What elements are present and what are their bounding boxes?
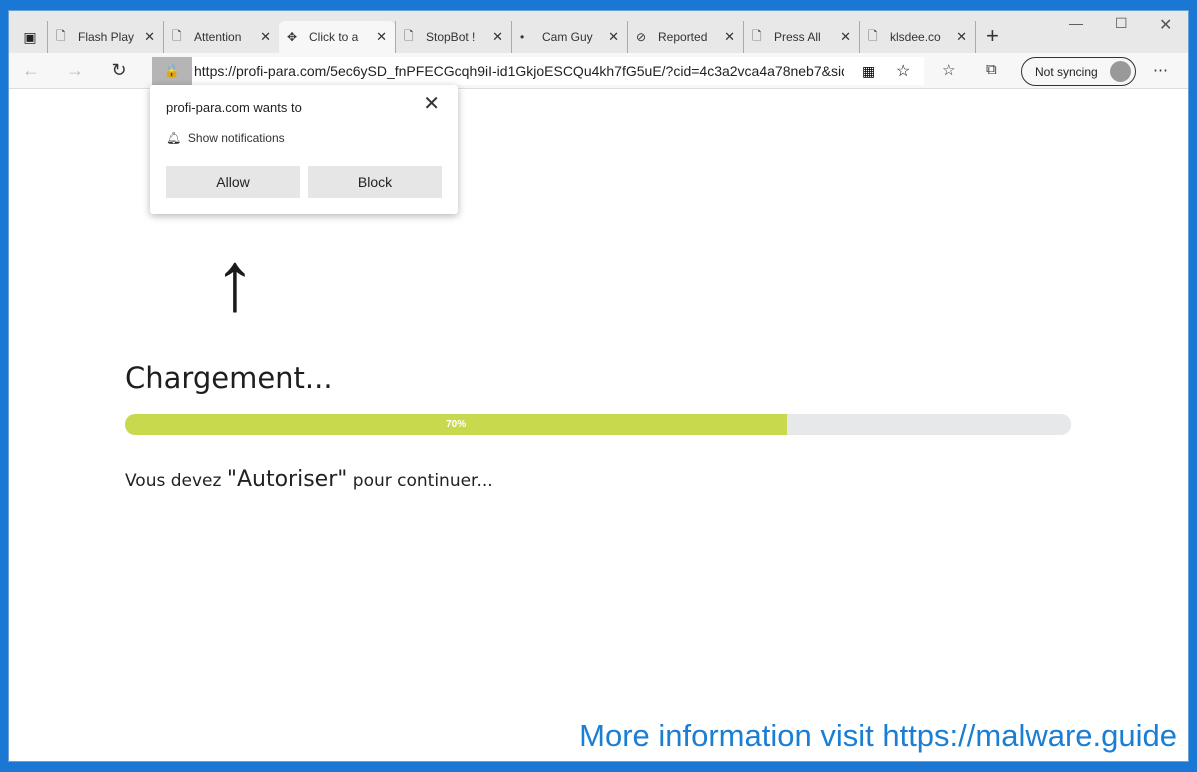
tab-label: Cam Guy (542, 30, 593, 44)
page-icon: 🗋 (56, 28, 66, 43)
blocked-page-icon: ⊘ (636, 30, 647, 44)
page-icon: 🗋 (752, 28, 762, 43)
permission-row: 🔔︎ Show notifications (166, 131, 285, 145)
close-tab-icon[interactable]: ✕ (492, 29, 503, 45)
tab-4[interactable]: • Cam Guy ✕ (511, 21, 627, 53)
tab-label: klsdee.co (890, 30, 941, 44)
tab-5[interactable]: ⊘ Reported ✕ (627, 21, 743, 53)
tab-0[interactable]: 🗋 Flash Play ✕ (47, 21, 163, 53)
tab-6[interactable]: 🗋 Press All ✕ (743, 21, 859, 53)
app-grid-icon[interactable]: ▦ (862, 63, 875, 80)
forward-button[interactable]: → (53, 60, 97, 81)
tab-actions-icon[interactable]: ▣ (13, 21, 47, 53)
close-tab-icon[interactable]: ✕ (144, 29, 155, 45)
tab-3[interactable]: 🗋 StopBot ! ✕ (395, 21, 511, 53)
permission-label: Show notifications (187, 131, 285, 145)
tab-label: Attention (194, 30, 242, 44)
avatar (1110, 61, 1131, 82)
progress-bar: 70% (125, 414, 1071, 435)
close-tab-icon[interactable]: ✕ (724, 29, 735, 45)
msg-emphasis: "Autoriser" (226, 467, 348, 492)
puzzle-icon: ✥ (287, 30, 298, 44)
bell-icon: 🔔︎ (166, 131, 182, 145)
lock-icon[interactable]: 🔒 (152, 57, 192, 85)
tab-7[interactable]: 🗋 klsdee.co ✕ (859, 21, 975, 53)
close-tab-icon[interactable]: ✕ (840, 29, 851, 45)
tab-label: Flash Play (78, 30, 135, 44)
notification-permission-popup: profi-para.com wants to ✕ 🔔︎ Show notifi… (150, 85, 458, 214)
browser-window: ▣ 🗋 Flash Play ✕ 🗋 Attention ✕ ✥ Click to a ✕ 🗋 St… (8, 10, 1189, 762)
watermark: More information visit https://malware.g… (579, 718, 1177, 753)
toolbar: ← → ↻ 🔒 https://profi-para.com/5ec6ySD_f… (9, 53, 1188, 89)
popup-title: profi-para.com wants to (166, 100, 302, 115)
close-tab-icon[interactable]: ✕ (608, 29, 619, 45)
allow-button[interactable]: Allow (166, 166, 300, 198)
tab-label: Reported (658, 30, 708, 44)
block-button[interactable]: Block (308, 166, 442, 198)
url-text[interactable]: https://profi-para.com/5ec6ySD_fnPFECGcq… (194, 63, 844, 79)
page-icon: 🗋 (172, 28, 182, 43)
tab-label: Click to a (309, 30, 359, 44)
new-tab-button[interactable]: + (975, 21, 1009, 53)
tab-1[interactable]: 🗋 Attention ✕ (163, 21, 279, 53)
progress-label: 70% (446, 419, 467, 430)
close-tab-icon[interactable]: ✕ (376, 29, 387, 45)
page-icon: 🗋 (868, 28, 878, 43)
collections-icon[interactable]: ⧉ (986, 61, 997, 78)
back-button[interactable]: ← (9, 60, 53, 81)
refresh-button[interactable]: ↻ (97, 60, 141, 81)
more-menu-icon[interactable]: ⋯ (1153, 61, 1168, 79)
close-icon[interactable]: ✕ (423, 91, 440, 116)
msg-post: pour continuer... (347, 471, 493, 491)
close-tab-icon[interactable]: ✕ (260, 29, 271, 45)
tab-label: StopBot ! (426, 30, 476, 44)
close-tab-icon[interactable]: ✕ (956, 29, 967, 45)
tab-2[interactable]: ✥ Click to a ✕ (279, 21, 395, 53)
close-window-button[interactable]: ✕ (1159, 15, 1172, 35)
add-favorite-icon[interactable]: ☆ (896, 61, 910, 81)
msg-pre: Vous devez (125, 471, 227, 491)
page-heading: Chargement... (125, 361, 333, 395)
maximize-button[interactable]: ☐ (1115, 15, 1128, 32)
dot-icon: • (520, 30, 525, 44)
progress-fill: 70% (125, 414, 788, 435)
page-icon: 🗋 (404, 28, 414, 43)
favorites-icon[interactable]: ☆ (942, 61, 955, 79)
address-bar[interactable]: 🔒 https://profi-para.com/5ec6ySD_fnPFECG… (152, 57, 924, 85)
instruction-text: Vous devez "Autoriser" pour continuer... (125, 467, 493, 492)
up-arrow-icon: ↑ (214, 234, 256, 328)
profile-sync-button[interactable]: Not syncing (1021, 57, 1136, 86)
tab-label: Press All (774, 30, 821, 44)
tab-bar: ▣ 🗋 Flash Play ✕ 🗋 Attention ✕ ✥ Click to a ✕ 🗋 St… (9, 11, 1188, 53)
sync-label: Not syncing (1035, 64, 1098, 79)
minimize-button[interactable]: — (1069, 15, 1083, 31)
